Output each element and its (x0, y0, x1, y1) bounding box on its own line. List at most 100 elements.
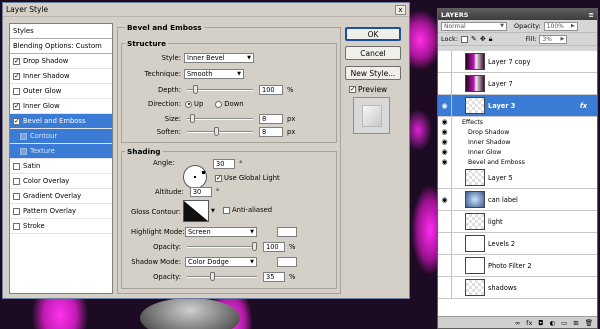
highlight-opacity-slider[interactable] (187, 242, 257, 251)
style-item-inner-shadow[interactable]: ✓ Inner Shadow (10, 69, 112, 84)
layer-name[interactable]: light (488, 218, 503, 226)
style-item-satin[interactable]: Satin (10, 159, 112, 174)
visibility-eye-icon[interactable]: ◉ (438, 147, 452, 157)
style-item-outer-glow[interactable]: Outer Glow (10, 84, 112, 99)
visibility-eye-icon[interactable]: ◉ (438, 157, 452, 167)
angle-dial[interactable] (183, 165, 207, 189)
shadow-mode-dropdown[interactable]: Color Dodge ▼ (185, 257, 257, 267)
lock-all-icon[interactable]: 🔒︎ (489, 35, 493, 44)
layer-row[interactable]: Levels 2 (438, 233, 597, 255)
style-checkbox[interactable]: ✓ (13, 57, 20, 65)
layer-name[interactable]: Levels 2 (488, 240, 515, 248)
style-checkbox[interactable]: ✓ (13, 117, 20, 125)
effect-row[interactable]: ◉ Bevel and Emboss (438, 157, 597, 167)
direction-up-radio[interactable] (185, 100, 192, 108)
chevron-down-icon[interactable]: ▼ (211, 208, 215, 214)
depth-input[interactable]: 100 (259, 85, 283, 95)
size-slider[interactable] (187, 114, 253, 123)
highlight-opacity-input[interactable]: 100 (263, 242, 285, 252)
use-global-light-checkbox[interactable]: ✓ (215, 174, 222, 182)
style-item-drop-shadow[interactable]: ✓ Drop Shadow (10, 54, 112, 69)
direction-down-radio[interactable] (215, 100, 223, 108)
layer-row[interactable]: ◉ can label (438, 189, 597, 211)
style-item-gradient-overlay[interactable]: Gradient Overlay (10, 189, 112, 204)
style-checkbox[interactable]: ✓ (13, 72, 20, 80)
soften-input[interactable]: 8 (259, 127, 283, 137)
visibility-eye-icon[interactable] (438, 277, 452, 298)
style-item-color-overlay[interactable]: Color Overlay (10, 174, 112, 189)
layer-row[interactable]: shadows (438, 277, 597, 299)
visibility-eye-icon[interactable] (438, 233, 452, 254)
effects-group-row[interactable]: ◉ Effects (438, 117, 597, 127)
cancel-button[interactable]: Cancel (345, 46, 401, 60)
size-input[interactable]: 8 (259, 114, 283, 124)
ok-button[interactable]: OK (345, 27, 401, 41)
lock-transparent-icon[interactable] (461, 35, 469, 43)
layer-name[interactable]: shadows (488, 284, 517, 292)
layer-row[interactable]: ◉ Layer 3 fx (438, 95, 597, 117)
effect-row[interactable]: ◉ Inner Glow (438, 147, 597, 157)
visibility-eye-icon[interactable] (438, 73, 452, 94)
effect-row[interactable]: ◉ Drop Shadow (438, 127, 597, 137)
style-checkbox[interactable] (13, 222, 20, 230)
adjustment-layer-icon[interactable]: ◐ (549, 319, 555, 327)
preview-checkbox[interactable]: ✓ (349, 86, 356, 93)
style-item-pattern-overlay[interactable]: Pattern Overlay (10, 204, 112, 219)
size-slider-knob[interactable] (190, 114, 195, 123)
layer-name[interactable]: can label (488, 196, 518, 204)
style-checkbox[interactable] (13, 87, 20, 95)
gloss-contour-picker[interactable] (183, 200, 209, 222)
visibility-eye-icon[interactable]: ◉ (438, 95, 452, 116)
layer-name[interactable]: Layer 5 (488, 174, 513, 182)
highlight-opacity-knob[interactable] (252, 242, 257, 251)
visibility-eye-icon[interactable] (438, 255, 452, 276)
visibility-eye-icon[interactable]: ◉ (438, 127, 452, 137)
lock-position-icon[interactable]: ✥ (480, 35, 486, 43)
layer-row[interactable]: Layer 5 (438, 167, 597, 189)
close-icon[interactable]: x (395, 4, 406, 15)
style-dropdown[interactable]: Inner Bevel ▼ (184, 53, 254, 63)
trash-icon[interactable]: 🗑︎ (585, 319, 593, 327)
highlight-color-swatch[interactable] (277, 227, 297, 237)
new-layer-icon[interactable]: ⊞ (573, 319, 578, 327)
soften-slider[interactable] (187, 127, 253, 136)
layer-name[interactable]: Layer 7 (488, 80, 513, 88)
style-checkbox[interactable] (13, 207, 20, 215)
style-item-stroke[interactable]: Stroke (10, 219, 112, 234)
link-layers-icon[interactable]: ∞ (515, 319, 520, 327)
highlight-mode-dropdown[interactable]: Screen ▼ (185, 227, 257, 237)
layer-name[interactable]: Layer 3 (488, 102, 515, 110)
styles-header[interactable]: Styles (10, 24, 112, 39)
opacity-input[interactable]: 100% ▶ (543, 21, 578, 31)
fx-icon[interactable]: fx (526, 319, 532, 327)
style-checkbox[interactable] (20, 147, 27, 155)
layer-row[interactable]: Layer 7 (438, 73, 597, 95)
fx-badge-icon[interactable]: fx (580, 102, 587, 110)
lock-image-icon[interactable]: ✎ (471, 35, 477, 43)
anti-aliased-checkbox[interactable] (223, 206, 230, 214)
visibility-eye-icon[interactable] (438, 51, 452, 72)
soften-slider-knob[interactable] (214, 127, 219, 136)
technique-dropdown[interactable]: Smooth ▼ (184, 69, 244, 79)
depth-slider[interactable] (187, 85, 253, 94)
style-checkbox[interactable] (20, 132, 27, 140)
style-checkbox[interactable] (13, 162, 20, 170)
visibility-eye-icon[interactable]: ◉ (438, 189, 452, 210)
panel-menu-icon[interactable]: ≡ (589, 11, 594, 19)
style-checkbox[interactable] (13, 192, 20, 200)
style-checkbox[interactable] (13, 177, 20, 185)
layer-row[interactable]: light (438, 211, 597, 233)
style-item-inner-glow[interactable]: ✓ Inner Glow (10, 99, 112, 114)
layers-panel-header[interactable]: LAYERS ≡ (438, 9, 597, 20)
visibility-eye-icon[interactable]: ◉ (438, 137, 452, 147)
style-checkbox[interactable]: ✓ (13, 102, 20, 110)
depth-slider-knob[interactable] (193, 85, 198, 94)
layer-row[interactable]: Photo Filter 2 (438, 255, 597, 277)
effect-row[interactable]: ◉ Inner Shadow (438, 137, 597, 147)
style-item-texture[interactable]: Texture (10, 144, 112, 159)
style-item-bevel-and-emboss[interactable]: ✓ Bevel and Emboss (10, 114, 112, 129)
style-item-contour[interactable]: Contour (10, 129, 112, 144)
layer-name[interactable]: Layer 7 copy (488, 58, 531, 66)
layer-row[interactable]: Layer 7 copy (438, 51, 597, 73)
visibility-eye-icon[interactable] (438, 167, 452, 188)
